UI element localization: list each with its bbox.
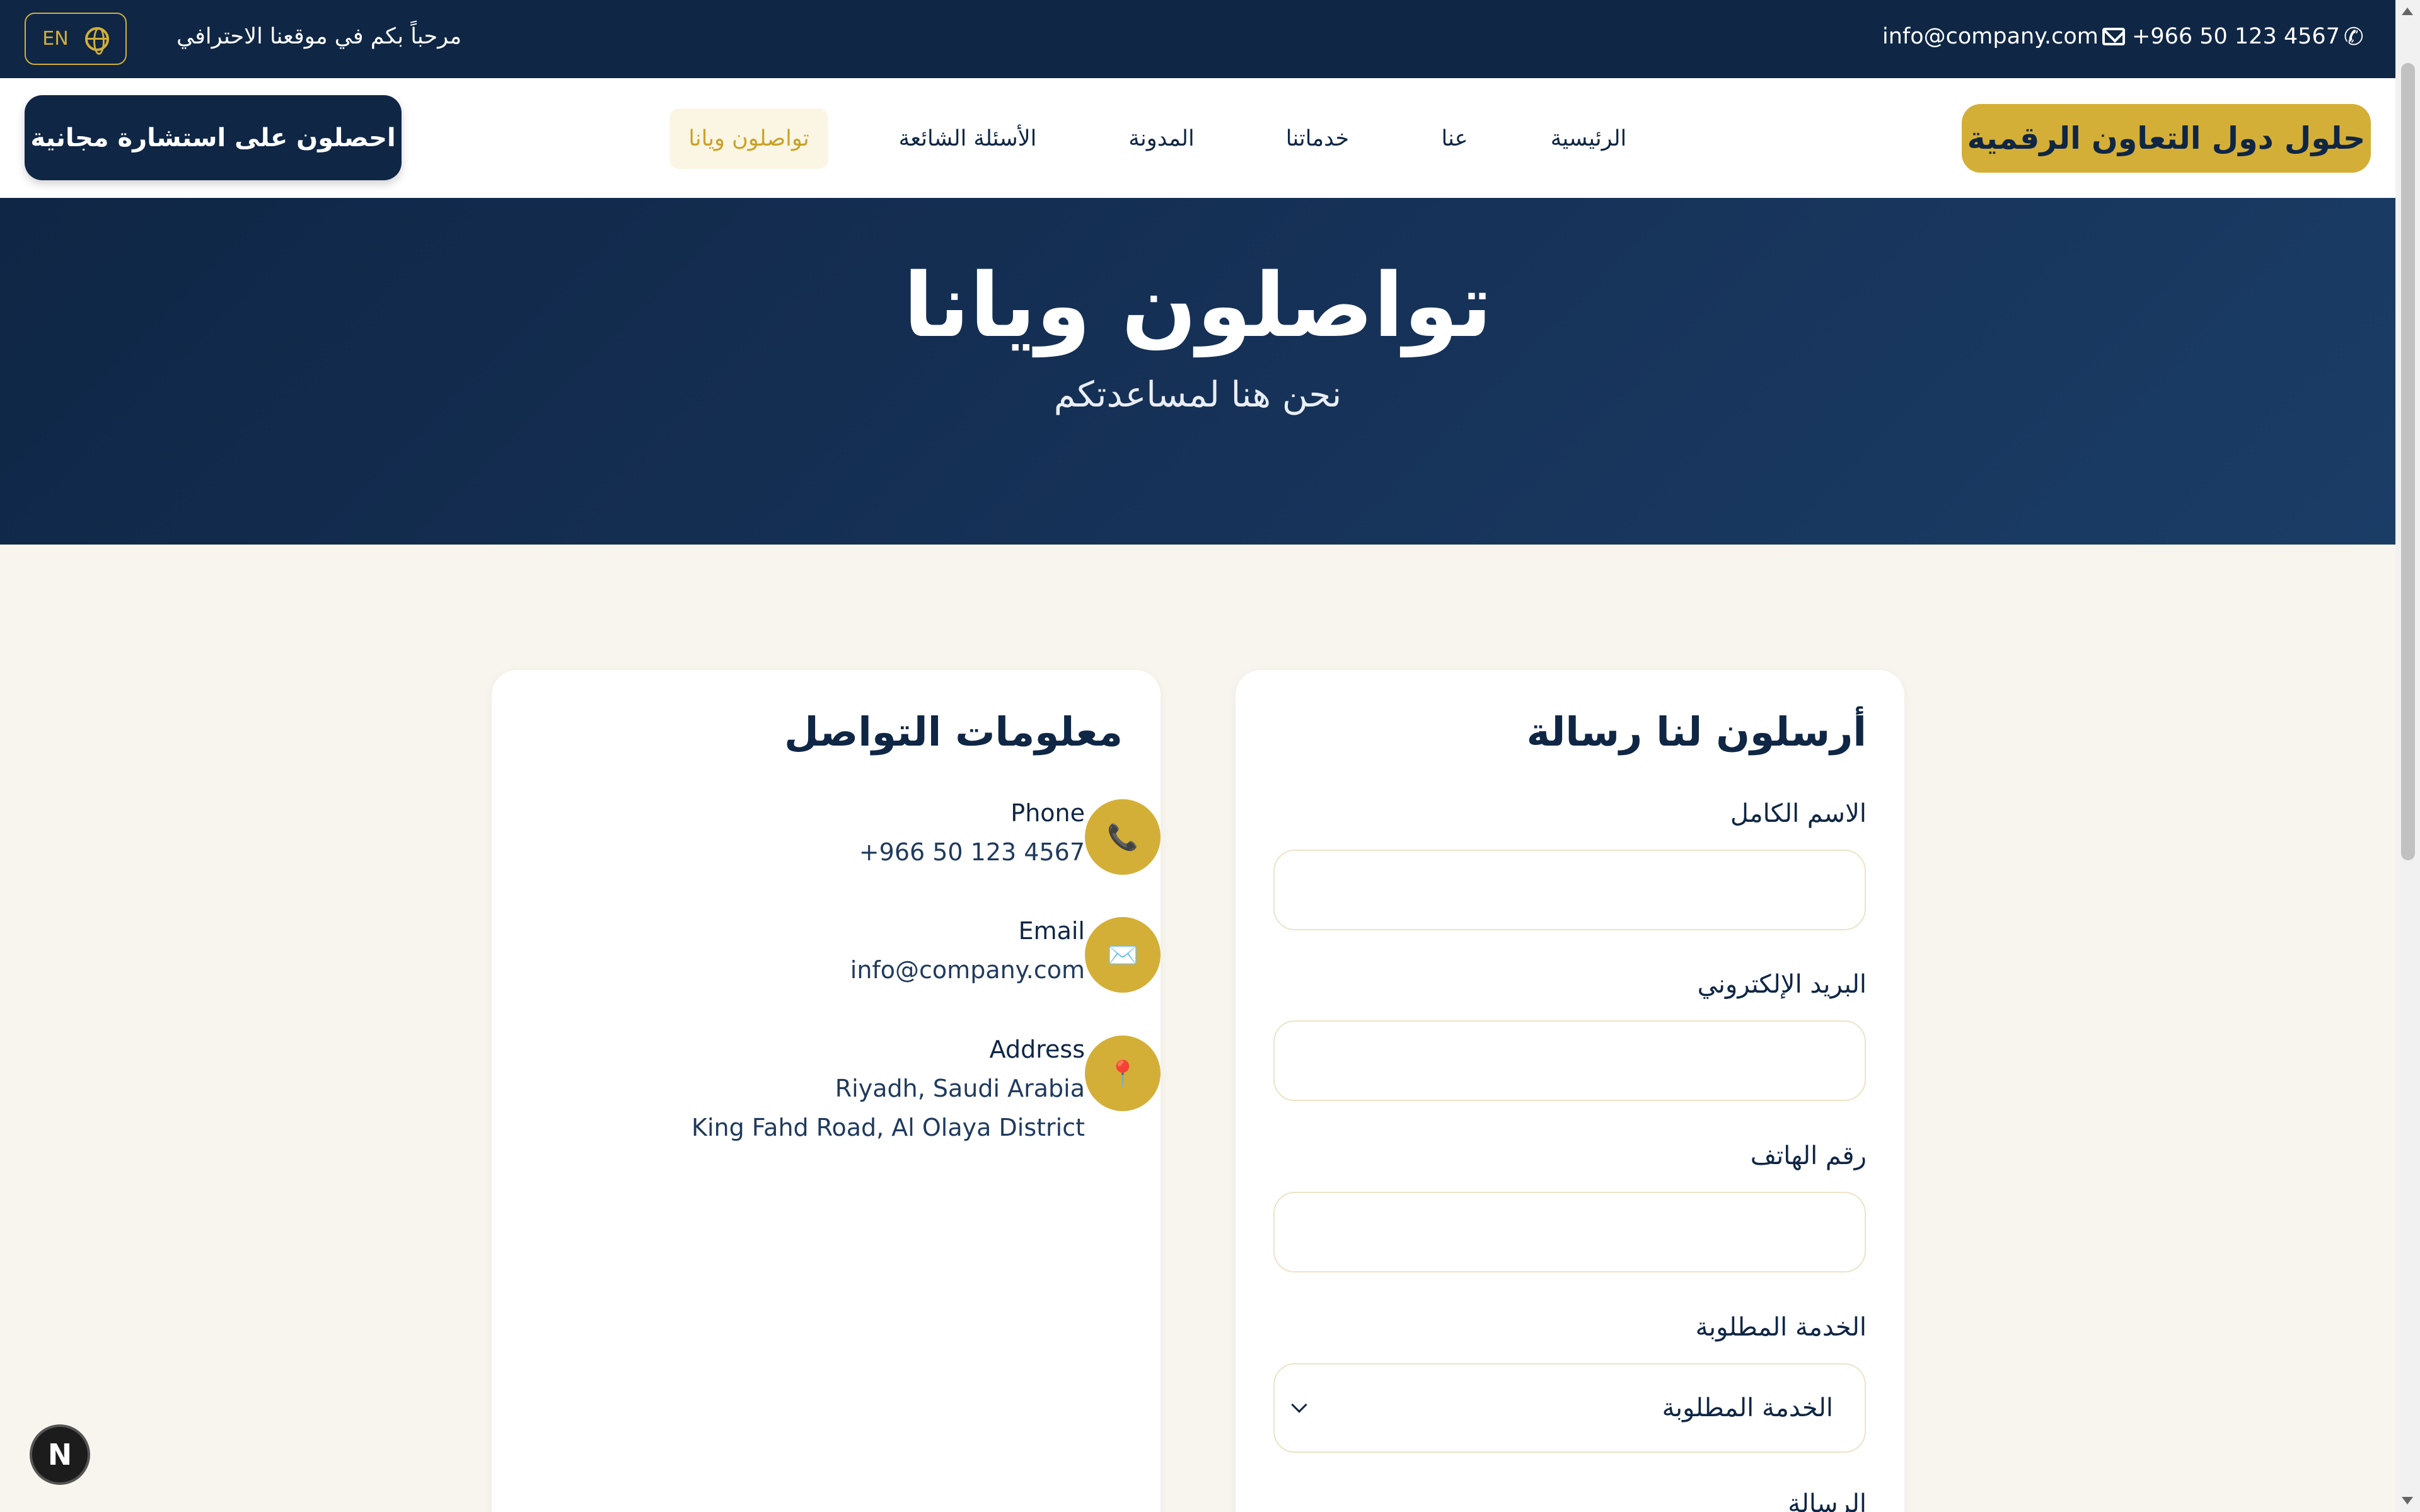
email-icon: ✉️ — [1085, 917, 1161, 993]
chevron-down-icon — [1291, 1397, 1307, 1413]
scroll-up-arrow-icon[interactable] — [2402, 8, 2413, 15]
service-selected-value: الخدمة المطلوبة — [1662, 1394, 1833, 1423]
contact-phone-label: Phone — [1010, 799, 1085, 827]
phone-input[interactable] — [1273, 1192, 1866, 1273]
location-pin-icon: 📍 — [1085, 1036, 1161, 1111]
page-scrollbar[interactable] — [2395, 0, 2420, 1512]
contact-phone-value[interactable]: +966 50 123 4567 — [593, 838, 1085, 866]
page-title: تواصلون ويانا — [903, 255, 1493, 357]
top-email-link[interactable]: info@company.com — [1882, 24, 2125, 49]
brand-logo[interactable]: حلول دول التعاون الرقمية — [1962, 104, 2371, 173]
main-navbar: احصلون على استشارة مجانية تواصلون ويانا … — [0, 78, 2395, 198]
contact-info-title: معلومات التواصل — [784, 709, 1123, 755]
language-label: EN — [42, 28, 69, 50]
nav-item-faq[interactable]: الأسئلة الشائعة — [883, 108, 1053, 169]
envelope-icon — [2102, 28, 2125, 45]
contact-form-card: أرسلون لنا رسالة الاسم الكامل البريد الإ… — [1236, 670, 1904, 1512]
full-name-label: الاسم الكامل — [1730, 799, 1867, 828]
nav-item-about[interactable]: عنا — [1425, 108, 1485, 169]
full-name-input[interactable] — [1273, 850, 1866, 930]
phone-icon: ✆ — [2343, 23, 2364, 50]
free-consultation-button[interactable]: احصلون على استشارة مجانية — [25, 95, 402, 180]
message-label: الرسالة — [1788, 1489, 1867, 1512]
scroll-down-arrow-icon[interactable] — [2402, 1497, 2413, 1504]
service-select[interactable]: الخدمة المطلوبة — [1273, 1363, 1866, 1453]
service-label: الخدمة المطلوبة — [1695, 1313, 1867, 1342]
contact-address-label: Address — [989, 1036, 1085, 1063]
top-bar: EN مرحباً بكم في موقعنا الاحترافي info@c… — [0, 0, 2395, 78]
top-phone-text: +966 50 123 4567 — [2132, 24, 2340, 49]
contact-address-row: 📍 Address Riyadh, Saudi Arabia King Fahd… — [593, 1036, 1161, 1141]
nav-item-contact[interactable]: تواصلون ويانا — [669, 108, 828, 169]
email-label: البريد الإلكتروني — [1697, 970, 1867, 999]
welcome-text: مرحباً بكم في موقعنا الاحترافي — [177, 24, 462, 49]
contact-email-row: ✉️ Email info@company.com — [593, 917, 1161, 993]
contact-phone-row: 📞 Phone +966 50 123 4567 — [593, 799, 1161, 875]
phone-icon: 📞 — [1085, 799, 1161, 875]
scrollbar-thumb[interactable] — [2401, 63, 2415, 860]
contact-email-value[interactable]: info@company.com — [593, 956, 1085, 984]
top-phone-link[interactable]: +966 50 123 4567 ✆ — [2132, 24, 2364, 49]
contact-email-label: Email — [1018, 917, 1085, 945]
nav-item-home[interactable]: الرئيسية — [1538, 108, 1639, 169]
page-subtitle: نحن هنا لمساعدتكم — [1053, 374, 1342, 415]
language-toggle-button[interactable]: EN — [25, 13, 127, 65]
contact-form-title: أرسلون لنا رسالة — [1526, 709, 1867, 755]
contact-address-line2: King Fahd Road, Al Olaya District — [692, 1114, 1085, 1141]
nav-item-blog[interactable]: المدونة — [1109, 108, 1213, 169]
hero-banner: تواصلون ويانا نحن هنا لمساعدتكم — [0, 198, 2395, 545]
globe-icon — [84, 26, 109, 55]
contact-address-line1: Riyadh, Saudi Arabia — [835, 1075, 1085, 1102]
contact-info-card: معلومات التواصل 📞 Phone +966 50 123 4567… — [492, 670, 1161, 1512]
dev-tools-badge[interactable]: N — [30, 1424, 90, 1485]
phone-label: رقم الهاتف — [1750, 1141, 1867, 1170]
top-email-text: info@company.com — [1882, 24, 2099, 49]
nav-item-services[interactable]: خدماتنا — [1267, 108, 1368, 169]
email-input[interactable] — [1273, 1020, 1866, 1101]
